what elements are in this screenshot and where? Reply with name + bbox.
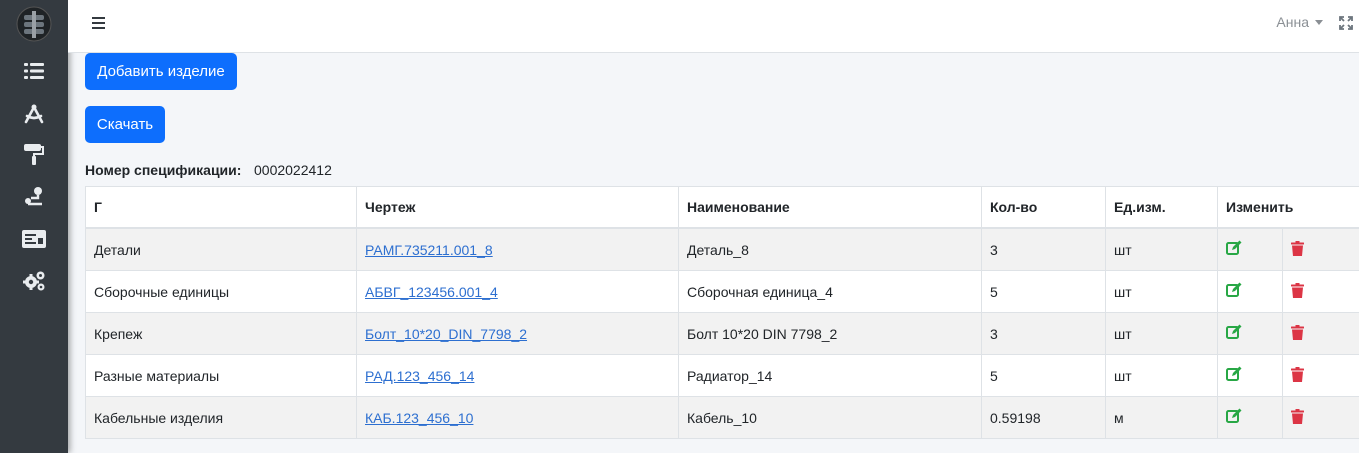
- spec-number-label: Номер спецификации:: [85, 162, 242, 178]
- edit-icon[interactable]: [1226, 282, 1242, 301]
- paint-roller-icon: [24, 143, 44, 165]
- drawing-cell: РАМГ.735211.001_8: [356, 227, 679, 271]
- table-header-row: Г Чертеж Наименование Кол-во Ед.изм. Изм…: [85, 186, 1359, 229]
- menu-toggle-icon[interactable]: [92, 16, 105, 33]
- name-cell: Деталь_8: [678, 227, 982, 271]
- drawing-link[interactable]: РАД.123_456_14: [365, 368, 474, 384]
- drafting-compass-icon: [23, 102, 45, 124]
- unit-cell: шт: [1105, 270, 1218, 313]
- delete-cell: [1282, 312, 1359, 355]
- column-header-drawing: Чертеж: [356, 186, 679, 229]
- user-dropdown[interactable]: Анна: [1276, 14, 1323, 30]
- drawing-cell: РАД.123_456_14: [356, 354, 679, 397]
- group-cell: Кабельные изделия: [85, 396, 357, 439]
- table-row: Разные материалы РАД.123_456_14 Радиатор_1…: [85, 354, 1359, 397]
- user-name: Анна: [1276, 14, 1309, 30]
- spec-table: Г Чертеж Наименование Кол-во Ед.изм. Изм…: [85, 186, 1359, 439]
- sidebar: [0, 0, 68, 453]
- name-cell: Сборочная единица_4: [678, 270, 982, 313]
- qty-cell: 5: [981, 354, 1106, 397]
- delete-cell: [1282, 354, 1359, 397]
- add-product-button[interactable]: Добавить изделие: [85, 53, 237, 90]
- unit-cell: шт: [1105, 312, 1218, 355]
- chevron-down-icon: [1315, 19, 1323, 25]
- sidebar-item-settings[interactable]: [0, 260, 68, 302]
- name-cell: Радиатор_14: [678, 354, 982, 397]
- sidebar-item-finance[interactable]: [0, 218, 68, 260]
- trash-icon[interactable]: [1291, 366, 1304, 385]
- table-row: Кабельные изделия КАБ.123_456_10 Кабель_10…: [85, 396, 1359, 439]
- qty-cell: 0.59198: [981, 396, 1106, 439]
- edit-icon[interactable]: [1226, 240, 1242, 259]
- group-cell: Крепеж: [85, 312, 357, 355]
- delete-cell: [1282, 270, 1359, 313]
- trash-icon[interactable]: [1291, 282, 1304, 301]
- column-header-qty: Кол-во: [981, 186, 1106, 229]
- gears-icon: [22, 270, 46, 292]
- edit-cell: [1217, 270, 1283, 313]
- fullscreen-icon[interactable]: [1339, 16, 1353, 34]
- qty-cell: 5: [981, 270, 1106, 313]
- drawing-link[interactable]: АБВГ_123456.001_4: [365, 284, 498, 300]
- delete-cell: [1282, 227, 1359, 271]
- trash-icon[interactable]: [1291, 408, 1304, 427]
- drawing-link[interactable]: РАМГ.735211.001_8: [365, 242, 493, 258]
- name-cell: Болт 10*20 DIN 7798_2: [678, 312, 982, 355]
- column-header-group: Г: [85, 186, 357, 229]
- drawing-cell: Болт_10*20_DIN_7798_2: [356, 312, 679, 355]
- drawing-link[interactable]: Болт_10*20_DIN_7798_2: [365, 326, 527, 342]
- name-cell: Кабель_10: [678, 396, 982, 439]
- trash-icon[interactable]: [1291, 240, 1304, 259]
- edit-cell: [1217, 396, 1283, 439]
- sidebar-item-painting[interactable]: [0, 133, 68, 175]
- download-button[interactable]: Скачать: [85, 106, 165, 143]
- edit-cell: [1217, 312, 1283, 355]
- top-navbar: Анна: [68, 0, 1359, 53]
- sidebar-item-list[interactable]: [0, 50, 68, 92]
- qty-cell: 3: [981, 312, 1106, 355]
- group-cell: Разные материалы: [85, 354, 357, 397]
- edit-cell: [1217, 227, 1283, 271]
- list-icon: [24, 62, 44, 80]
- unit-cell: шт: [1105, 227, 1218, 271]
- sidebar-item-drawings[interactable]: [0, 92, 68, 134]
- group-cell: Сборочные единицы: [85, 270, 357, 313]
- unit-cell: м: [1105, 396, 1218, 439]
- edit-icon[interactable]: [1226, 324, 1242, 343]
- drawing-link[interactable]: КАБ.123_456_10: [365, 410, 473, 426]
- trash-icon[interactable]: [1291, 324, 1304, 343]
- group-cell: Детали: [85, 227, 357, 271]
- qty-cell: 3: [981, 227, 1106, 271]
- money-check-icon: [22, 230, 46, 248]
- edit-icon[interactable]: [1226, 408, 1242, 427]
- brand-logo[interactable]: [14, 5, 54, 43]
- delete-cell: [1282, 396, 1359, 439]
- drawing-cell: АБВГ_123456.001_4: [356, 270, 679, 313]
- table-row: Крепеж Болт_10*20_DIN_7798_2 Болт 10*20 DI…: [85, 312, 1359, 355]
- column-header-edit: Изменить: [1217, 186, 1359, 229]
- unit-cell: шт: [1105, 354, 1218, 397]
- edit-cell: [1217, 354, 1283, 397]
- spec-number-value: 0002022412: [254, 162, 332, 178]
- drawing-cell: КАБ.123_456_10: [356, 396, 679, 439]
- sidebar-item-routes[interactable]: [0, 176, 68, 218]
- table-row: Детали РАМГ.735211.001_8 Деталь_8 3 шт: [85, 227, 1359, 271]
- edit-icon[interactable]: [1226, 366, 1242, 385]
- column-header-unit: Ед.изм.: [1105, 186, 1218, 229]
- column-header-name: Наименование: [678, 186, 982, 229]
- table-row: Сборочные единицы АБВГ_123456.001_4 Сбороч…: [85, 270, 1359, 313]
- route-icon: [23, 186, 45, 208]
